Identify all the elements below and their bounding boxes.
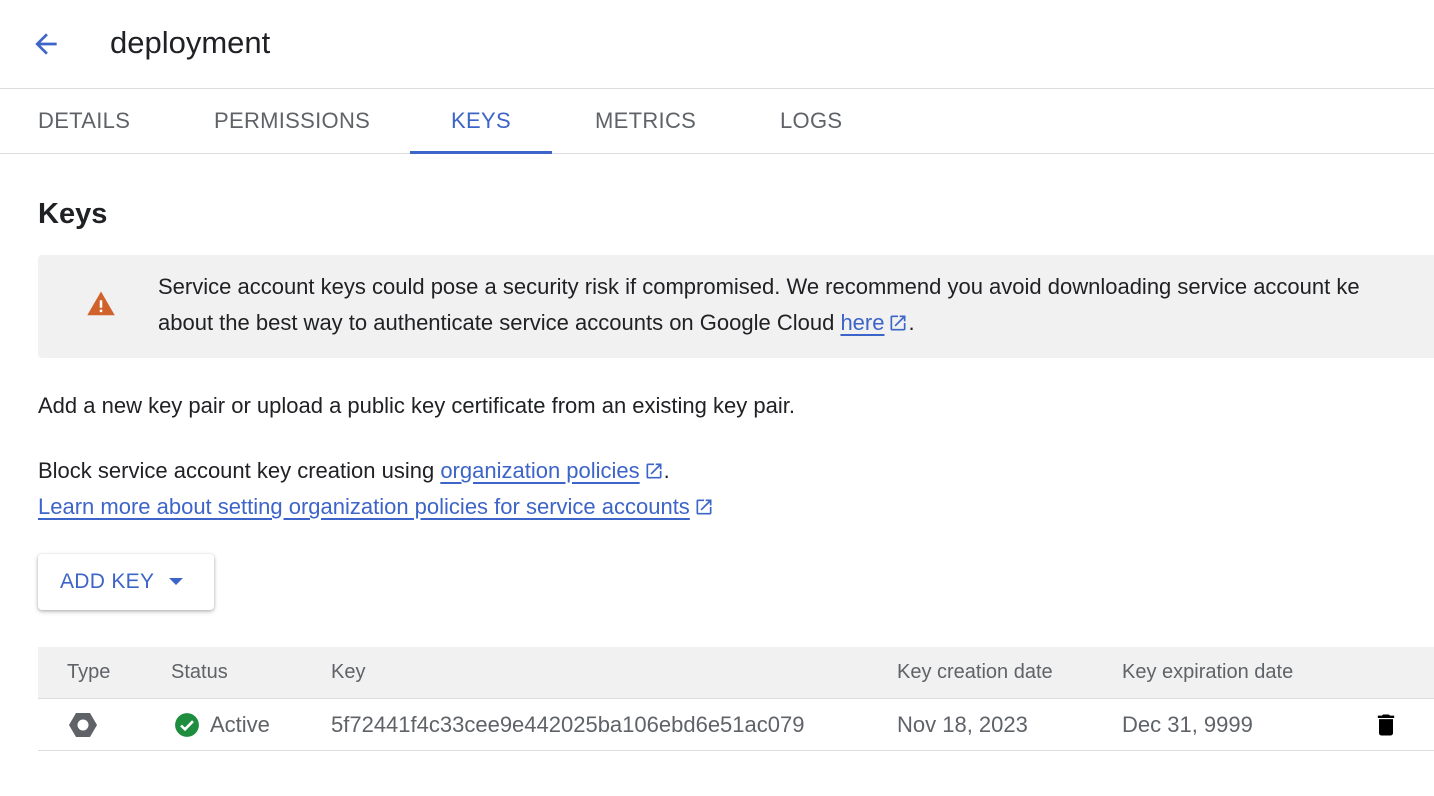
tab-details[interactable]: DETAILS	[38, 89, 130, 153]
status-cell: Active	[174, 699, 270, 750]
key-id-cell: 5f72441f4c33cee9e442025ba106ebd6e51ac079	[331, 712, 805, 737]
learn-more-row: Learn more about setting organization po…	[38, 489, 714, 525]
tab-keys[interactable]: KEYS	[410, 89, 552, 154]
column-header-status: Status	[171, 661, 228, 683]
expiration-date-cell: Dec 31, 9999	[1122, 712, 1253, 737]
back-button[interactable]	[26, 22, 66, 66]
external-link-icon	[646, 463, 662, 479]
add-key-button[interactable]: ADD KEY	[38, 554, 214, 610]
column-header-type: Type	[67, 661, 111, 683]
add-key-label: ADD KEY	[60, 570, 155, 593]
tab-permissions[interactable]: PERMISSIONS	[214, 89, 370, 153]
page-header: deployment	[0, 0, 1434, 89]
column-header-expiration-date: Key expiration date	[1122, 661, 1294, 683]
creation-date-cell: Nov 18, 2023	[897, 712, 1028, 737]
security-warning-banner: Service account keys could pose a securi…	[38, 255, 1434, 358]
section-title: Keys	[38, 198, 108, 230]
policy-text-suffix: .	[663, 458, 670, 483]
warning-icon	[87, 291, 115, 316]
organization-policies-link[interactable]: organization policies	[440, 458, 639, 483]
warning-line-2-end: .	[908, 310, 915, 335]
tab-bar: DETAILS PERMISSIONS KEYS METRICS LOGS	[0, 89, 1434, 154]
column-header-key: Key	[331, 661, 366, 683]
status-text: Active	[210, 712, 270, 737]
warning-text: Service account keys could pose a securi…	[158, 269, 1434, 341]
page-title: deployment	[110, 25, 271, 60]
delete-icon[interactable]	[1372, 711, 1400, 739]
warning-line-2: about the best way to authenticate servi…	[158, 305, 1434, 341]
learn-more-link[interactable]: Learn more about setting organization po…	[38, 494, 690, 519]
here-link[interactable]: here	[840, 310, 884, 335]
external-link-icon	[696, 499, 712, 515]
external-link-icon	[890, 315, 906, 331]
keys-table: Type Status Key Key creation date Key ex…	[38, 647, 1434, 751]
intro-text: Add a new key pair or upload a public ke…	[38, 393, 795, 418]
tab-logs[interactable]: LOGS	[780, 89, 842, 153]
warning-line-1: Service account keys could pose a securi…	[158, 274, 1360, 299]
caret-down-icon	[169, 578, 184, 585]
arrow-back-icon	[35, 33, 57, 55]
type-cell	[68, 699, 98, 750]
key-type-icon	[69, 712, 97, 737]
check-circle-icon	[175, 712, 199, 737]
warning-line-2-text: about the best way to authenticate servi…	[158, 310, 841, 335]
table-header: Type Status Key Key creation date Key ex…	[38, 647, 1434, 699]
column-header-creation-date: Key creation date	[897, 661, 1053, 683]
policy-text-prefix: Block service account key creation using	[38, 458, 441, 483]
table-row: Active 5f72441f4c33cee9e442025ba106ebd6e…	[38, 699, 1434, 751]
tab-metrics[interactable]: METRICS	[595, 89, 696, 153]
policy-text: Block service account key creation using…	[38, 453, 670, 489]
